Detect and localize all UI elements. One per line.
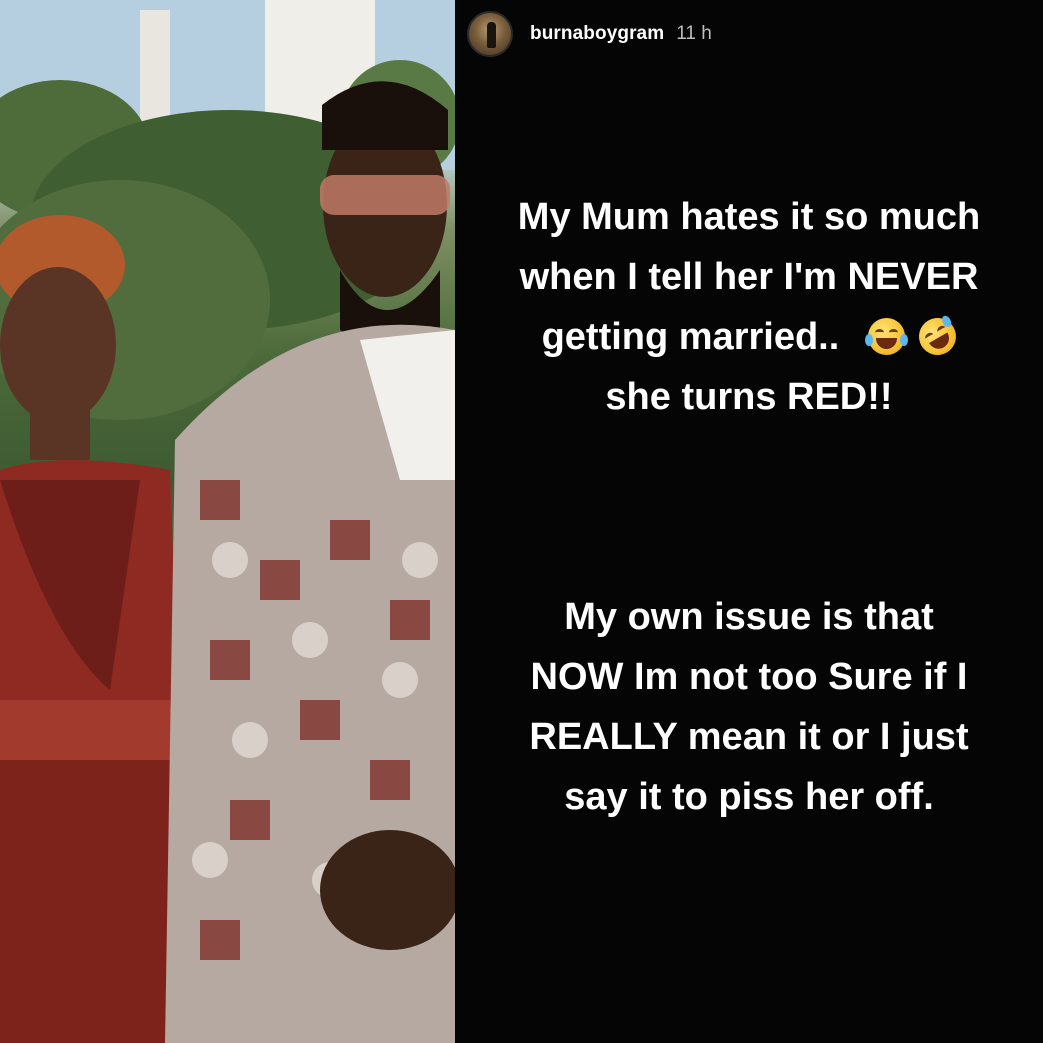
- story-line: say it to piss her off.: [564, 776, 934, 818]
- story-line: My Mum hates it so much: [517, 196, 981, 238]
- story-line: My own issue is that: [564, 596, 934, 638]
- story-panel: burnaboygram 11 h My Mum hates it so muc…: [455, 0, 1043, 1043]
- story-line: when I tell her I'm NEVER: [519, 256, 979, 298]
- timestamp: 11 h: [676, 23, 712, 44]
- tears-of-joy-emoji-icon: [864, 318, 908, 355]
- photo-panel: [0, 0, 455, 1043]
- story-line-text: getting married..: [541, 316, 840, 358]
- rolling-on-floor-laughing-emoji-icon: [912, 311, 964, 362]
- photo-illustration: [0, 0, 455, 1043]
- avatar-figure: [487, 22, 496, 48]
- story-header: burnaboygram 11 h: [467, 10, 712, 58]
- story-paragraph-1: My Mum hates it so much when I tell her …: [455, 187, 1043, 427]
- story-line: she turns RED!!: [605, 376, 893, 418]
- story-line: REALLY mean it or I just: [529, 716, 969, 758]
- profile-avatar[interactable]: [467, 11, 513, 57]
- username[interactable]: burnaboygram: [530, 23, 664, 45]
- story-line-with-emojis: getting married..: [455, 307, 1043, 367]
- story-line: NOW Im not too Sure if I: [530, 656, 968, 698]
- story-paragraph-2: My own issue is that NOW Im not too Sure…: [455, 587, 1043, 827]
